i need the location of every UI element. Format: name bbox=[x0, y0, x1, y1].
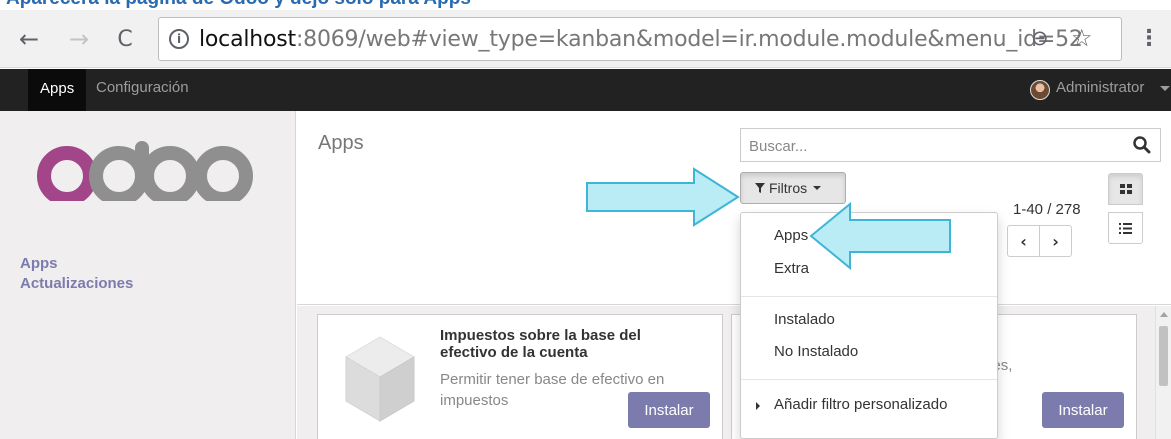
user-avatar[interactable] bbox=[1030, 80, 1050, 100]
url-host: localhost bbox=[199, 27, 296, 52]
search-icon[interactable] bbox=[1132, 135, 1152, 155]
scrollbar[interactable] bbox=[1155, 306, 1171, 439]
filter-option-not-installed[interactable]: No Instalado bbox=[774, 343, 858, 360]
pager-next-button[interactable]: › bbox=[1039, 226, 1071, 256]
nav-apps[interactable]: Apps bbox=[28, 69, 87, 111]
dropdown-divider bbox=[741, 296, 997, 297]
forward-arrow-icon[interactable]: → bbox=[64, 24, 94, 54]
kanban-view-button[interactable] bbox=[1108, 173, 1143, 205]
sidebar-item-actualizaciones[interactable]: Actualizaciones bbox=[20, 275, 133, 292]
zoom-out-icon[interactable]: ⊖ bbox=[1031, 26, 1049, 50]
module-title: Impuestos sobre la base del efectivo de … bbox=[440, 327, 641, 361]
filters-label: Filtros bbox=[769, 180, 808, 196]
browser-menu-icon[interactable]: ⋮ bbox=[1138, 26, 1160, 51]
user-menu[interactable]: Administrator bbox=[1056, 79, 1144, 96]
scrollbar-thumb[interactable] bbox=[1159, 326, 1168, 386]
caret-right-icon bbox=[756, 402, 760, 410]
module-card[interactable]: Impuestos sobre la base del efectivo de … bbox=[317, 314, 723, 439]
install-button[interactable]: Instalar bbox=[1042, 392, 1124, 428]
control-panel: Apps Filtros 1-40 / 278 ‹ › bbox=[297, 111, 1171, 305]
scroll-up-arrow-icon[interactable] bbox=[1160, 312, 1168, 317]
pager-previous-button[interactable]: ‹ bbox=[1008, 226, 1039, 256]
filter-option-installed[interactable]: Instalado bbox=[774, 311, 835, 328]
caption-text: Aparecerá la página de Odoo y dejo solo … bbox=[6, 0, 471, 10]
filters-dropdown: Apps Extra Instalado No Instalado Añadir… bbox=[740, 212, 998, 439]
filter-option-apps[interactable]: Apps bbox=[774, 227, 808, 244]
kanban-view: Impuestos sobre la base del efectivo de … bbox=[297, 306, 1171, 439]
pager-value[interactable]: 1-40 / 278 bbox=[1013, 201, 1081, 218]
dropdown-divider bbox=[741, 379, 997, 380]
url-path: :8069/web#view_type=kanban&model=ir.modu… bbox=[295, 27, 1083, 52]
url-text[interactable]: localhost:8069/web#view_type=kanban&mode… bbox=[199, 27, 1083, 52]
odoo-logo bbox=[37, 141, 253, 201]
grid-icon bbox=[1119, 184, 1132, 194]
filter-option-extra[interactable]: Extra bbox=[774, 260, 809, 277]
breadcrumb-title: Apps bbox=[318, 132, 364, 154]
install-button[interactable]: Instalar bbox=[628, 392, 710, 428]
sidebar: Apps Actualizaciones bbox=[0, 111, 296, 439]
bookmark-star-icon[interactable]: ☆ bbox=[1071, 24, 1093, 52]
info-icon[interactable]: i bbox=[169, 29, 189, 49]
search-box bbox=[740, 128, 1161, 162]
page-caption: Aparecerá la página de Odoo y dejo solo … bbox=[0, 0, 1171, 10]
nav-configuracion[interactable]: Configuración bbox=[96, 79, 189, 96]
search-input[interactable] bbox=[749, 135, 1109, 157]
pager-buttons: ‹ › bbox=[1007, 225, 1072, 257]
address-bar[interactable]: i localhost:8069/web#view_type=kanban&mo… bbox=[158, 17, 1122, 61]
reload-icon[interactable]: C bbox=[110, 24, 140, 54]
back-arrow-icon[interactable]: ← bbox=[14, 24, 44, 54]
sidebar-item-apps[interactable]: Apps bbox=[20, 255, 58, 272]
add-custom-filter[interactable]: Añadir filtro personalizado bbox=[774, 396, 947, 413]
list-view-button[interactable] bbox=[1108, 212, 1143, 244]
caret-down-icon[interactable] bbox=[1160, 86, 1170, 91]
caret-down-icon bbox=[813, 186, 822, 190]
filters-button[interactable]: Filtros bbox=[740, 172, 846, 204]
list-icon bbox=[1119, 222, 1132, 234]
module-cube-icon bbox=[345, 336, 415, 422]
browser-toolbar: ← → C i localhost:8069/web#view_type=kan… bbox=[0, 10, 1171, 68]
odoo-navbar: Apps Configuración Administrator bbox=[0, 69, 1171, 111]
filter-funnel-icon bbox=[755, 183, 765, 193]
